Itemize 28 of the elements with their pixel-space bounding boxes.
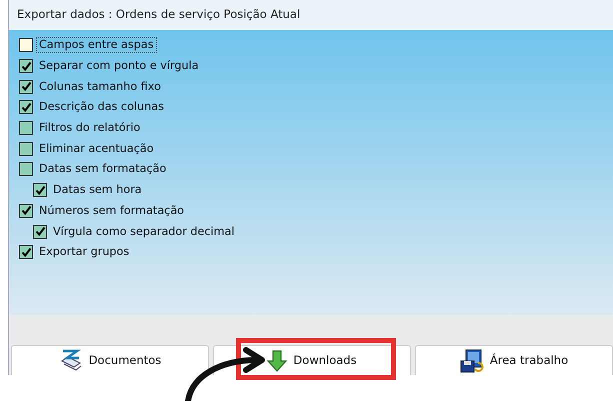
option-label: Separar com ponto e vírgula: [38, 58, 200, 74]
checkbox[interactable]: [33, 224, 47, 239]
documents-button[interactable]: Documentos: [11, 345, 209, 375]
window-title: Exportar dados : Ordens de serviço Posição Atual: [9, 0, 613, 30]
option-label: Colunas tamanho fixo: [38, 78, 162, 95]
option-label: Datas sem hora: [52, 182, 143, 198]
option-label: Datas sem formatação: [38, 161, 168, 178]
option-label: Campos entre aspas: [36, 37, 157, 54]
documents-icon: [58, 348, 83, 372]
checkbox[interactable]: [19, 80, 33, 94]
floppy-disk-icon: [460, 348, 484, 372]
option-label: Exportar grupos: [38, 244, 130, 260]
checkbox[interactable]: [33, 183, 47, 198]
desktop-button[interactable]: Área trabalho: [415, 345, 613, 375]
down-arrow-icon: [267, 350, 288, 372]
checkbox[interactable]: [19, 142, 33, 156]
option-label: Vírgula como separador decimal: [52, 224, 236, 240]
checkbox[interactable]: [19, 204, 33, 218]
checkbox[interactable]: [19, 100, 33, 114]
checkbox[interactable]: [19, 162, 33, 176]
checkbox[interactable]: [19, 38, 33, 52]
option-label: Números sem formatação: [38, 202, 186, 219]
option-label: Eliminar acentuação: [38, 140, 155, 157]
option-label: Filtros do relatório: [38, 120, 142, 136]
option-label: Descrição das colunas: [38, 99, 165, 116]
checkbox[interactable]: [19, 121, 33, 136]
checkbox[interactable]: [19, 245, 33, 260]
checkbox[interactable]: [19, 59, 33, 74]
